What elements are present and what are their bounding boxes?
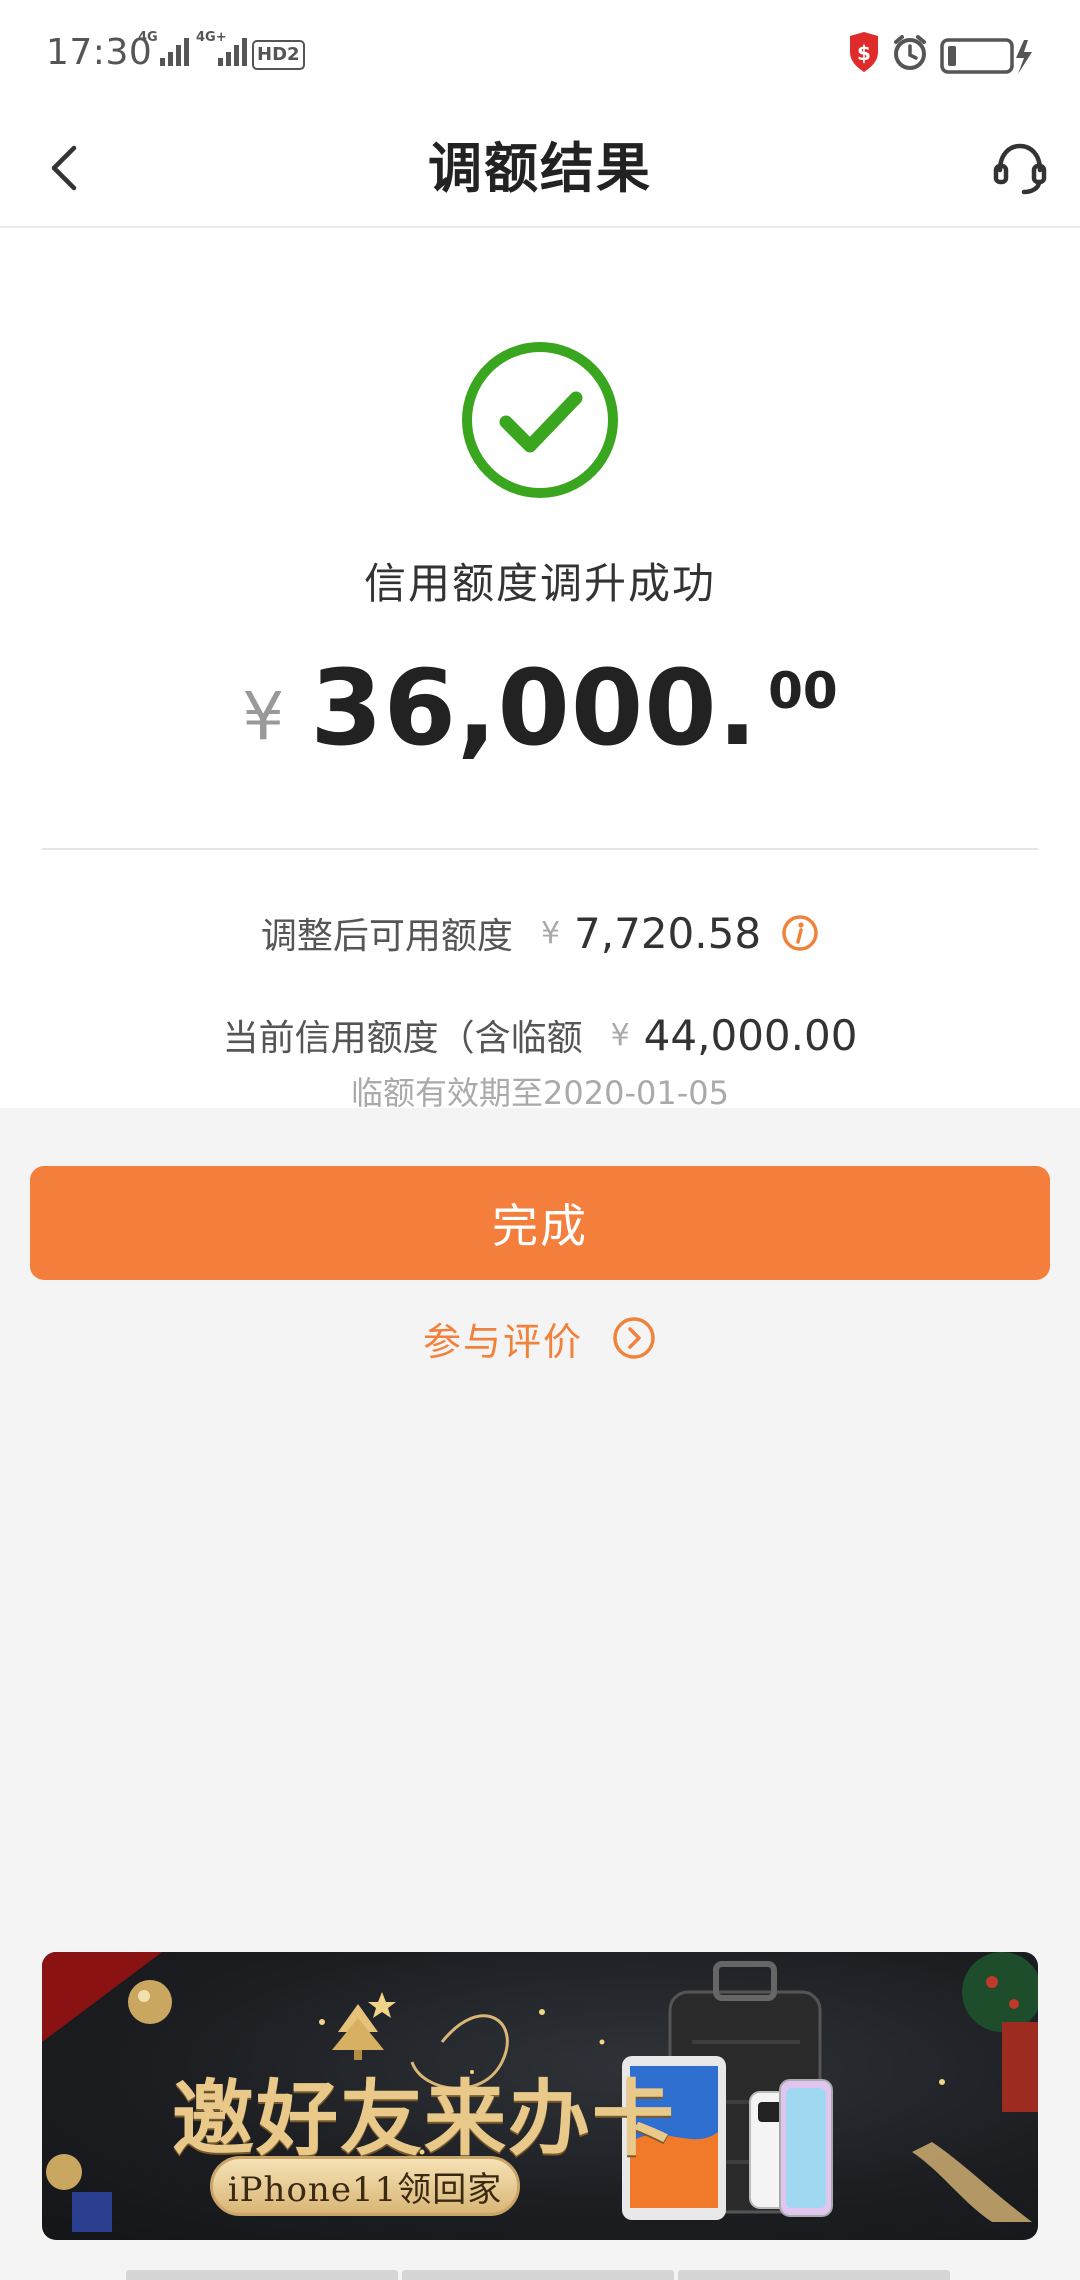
result-card: 信用额度调升成功 ¥ 36,000. 00 调整后可用额度 ¥ 7,720.58… (0, 228, 1080, 1112)
signal-icon: 4G (138, 30, 190, 72)
credit-amount: ¥ 36,000. 00 (0, 648, 1080, 768)
amount-value: 36,000. (310, 647, 759, 769)
page: 17:30 4G 4G+ HD2 $ 调额结果 信用额度调升成功 ¥ 36,00… (0, 0, 1080, 2280)
status-time: 17:30 (46, 32, 153, 73)
info-icon[interactable] (781, 914, 819, 952)
network-type-label: 4G (138, 30, 158, 45)
bottom-indicator (126, 2270, 954, 2280)
result-message: 信用额度调升成功 (363, 559, 716, 608)
alarm-icon (894, 35, 926, 70)
nav-bar: 调额结果 (0, 110, 1080, 228)
bottom-indicator-segment (402, 2270, 674, 2280)
status-bar: 17:30 4G 4G+ HD2 $ (0, 0, 1080, 110)
promo-banner[interactable]: 邀好友来办卡 iPhone11领回家 (42, 1952, 1038, 2240)
phone-image (749, 2079, 833, 2217)
check-circle-icon (462, 342, 618, 498)
amount-decimals: 00 (768, 662, 838, 720)
current-credit-label: 当前信用额度（含临额 (222, 1018, 583, 1059)
status-icons: $ (850, 32, 1032, 74)
banner-title: 邀好友来办卡 (172, 2071, 677, 2167)
svg-text:$: $ (857, 41, 871, 65)
page-title: 调额结果 (428, 137, 652, 200)
currency-symbol: ¥ (242, 678, 285, 755)
customer-service-button[interactable] (984, 132, 1056, 204)
shield-icon: $ (850, 32, 878, 72)
network-type-label-2: 4G+ (196, 30, 227, 45)
signal-icon-2: 4G+ (196, 30, 248, 72)
available-credit-label: 调整后可用额度 (260, 916, 513, 957)
bottom-indicator-segment (126, 2270, 398, 2280)
banner-subtitle: iPhone11领回家 (210, 2156, 520, 2216)
divider (42, 848, 1038, 850)
headset-icon (993, 143, 1047, 195)
hd-badge: HD2 (252, 40, 305, 70)
current-credit-row: 当前信用额度（含临额 ¥ 44,000.00 (0, 1000, 1080, 1070)
available-currency: ¥ (540, 915, 561, 951)
available-credit-row: 调整后可用额度 ¥ 7,720.58 (0, 898, 1080, 968)
feedback-link[interactable]: 参与评价 (0, 1306, 1080, 1370)
done-button[interactable]: 完成 (30, 1166, 1050, 1280)
current-currency: ¥ (610, 1017, 630, 1053)
temp-credit-expiry-note: 临额有效期至2020-01-05 (351, 1074, 729, 1112)
current-credit-value: 44,000.00 (643, 1010, 858, 1060)
available-credit-value: 7,720.58 (574, 908, 762, 958)
feedback-label: 参与评价 (422, 1319, 583, 1364)
chevron-right-circle-icon (613, 1317, 655, 1359)
battery-charging-icon (940, 38, 1032, 74)
bottom-indicator-segment (678, 2270, 950, 2280)
